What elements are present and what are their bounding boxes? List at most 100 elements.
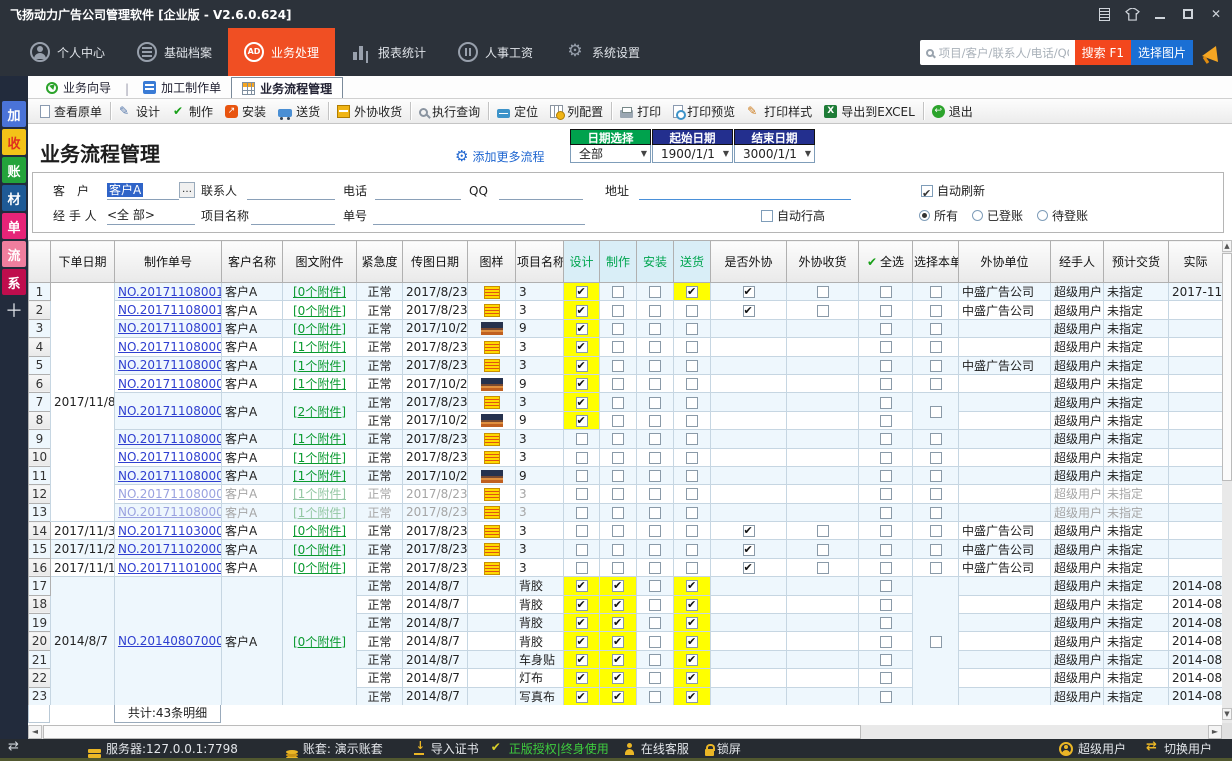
make-checkbox[interactable] <box>612 599 624 611</box>
order-link[interactable]: NO.201711020001 <box>118 542 222 556</box>
date-dropdown[interactable]: 3000/1/1▼ <box>734 145 815 163</box>
row-number[interactable]: 4 <box>29 338 51 356</box>
select-all-checkbox[interactable] <box>880 415 892 427</box>
attachment-link[interactable]: [1个附件] <box>293 487 346 501</box>
row-number[interactable]: 13 <box>29 503 51 521</box>
row-number[interactable]: 10 <box>29 448 51 466</box>
deliver-checkbox[interactable] <box>686 562 698 574</box>
make-checkbox[interactable] <box>612 691 624 703</box>
toolbar-button-install[interactable]: 安装 <box>219 100 272 122</box>
sample-thumbnail[interactable] <box>481 322 503 335</box>
select-order-checkbox[interactable] <box>930 323 942 335</box>
sidebar-item[interactable]: 系 <box>2 269 26 295</box>
design-checkbox[interactable] <box>576 562 588 574</box>
sample-thumbnail[interactable] <box>481 414 503 427</box>
install-checkbox[interactable] <box>649 654 661 666</box>
column-header-紧急度[interactable]: 紧急度 <box>357 241 403 283</box>
toolbar-button-style[interactable]: 打印样式 <box>741 100 818 122</box>
toolbar-button-exit[interactable]: 退出 <box>926 100 979 122</box>
select-all-checkbox[interactable] <box>880 433 892 445</box>
make-checkbox[interactable] <box>612 323 624 335</box>
minimize-button[interactable] <box>1152 6 1168 22</box>
select-order-checkbox[interactable] <box>930 341 942 353</box>
install-checkbox[interactable] <box>649 286 661 298</box>
order-link[interactable]: NO.201711030001 <box>118 524 222 538</box>
toolbar-button-view[interactable]: 查看原单 <box>34 100 108 122</box>
design-checkbox[interactable] <box>576 378 588 390</box>
sidebar-item[interactable]: ＋ <box>2 297 26 323</box>
auto-row-height-checkbox[interactable]: 自动行高 <box>761 206 825 226</box>
phone-field[interactable] <box>375 181 461 200</box>
deliver-checkbox[interactable] <box>686 341 698 353</box>
design-checkbox[interactable] <box>576 415 588 427</box>
select-all-checkbox[interactable] <box>880 654 892 666</box>
project-field[interactable] <box>251 206 335 225</box>
vertical-scrollbar[interactable]: ▲ ▼ <box>1222 240 1232 723</box>
status-swap[interactable] <box>8 742 26 755</box>
install-checkbox[interactable] <box>649 672 661 684</box>
select-all-checkbox[interactable] <box>880 507 892 519</box>
status-lock[interactable]: 锁屏 <box>703 740 741 757</box>
attachment-link[interactable]: [1个附件] <box>293 377 346 391</box>
make-checkbox[interactable] <box>612 286 624 298</box>
select-order-checkbox[interactable] <box>930 525 942 537</box>
scroll-up-icon[interactable]: ▲ <box>1222 240 1232 252</box>
status-usercircle[interactable]: 超级用户 <box>1059 740 1126 757</box>
sample-thumbnail[interactable] <box>484 451 500 464</box>
sample-thumbnail[interactable] <box>484 543 500 556</box>
sample-thumbnail[interactable] <box>484 488 500 501</box>
attachment-link[interactable]: [0个附件] <box>293 322 346 336</box>
deliver-checkbox[interactable] <box>686 433 698 445</box>
install-checkbox[interactable] <box>649 433 661 445</box>
make-checkbox[interactable] <box>612 452 624 464</box>
select-all-checkbox[interactable] <box>880 617 892 629</box>
column-header-设计[interactable]: 设计 <box>564 241 600 283</box>
select-all-checkbox[interactable] <box>880 636 892 648</box>
deliver-checkbox[interactable] <box>686 360 698 372</box>
make-checkbox[interactable] <box>612 360 624 372</box>
horizontal-scroll-thumb[interactable] <box>43 725 861 739</box>
attachment-link[interactable]: [0个附件] <box>293 524 346 538</box>
notes-icon[interactable] <box>1096 6 1112 22</box>
date-dropdown[interactable]: 1900/1/1▼ <box>652 145 733 163</box>
nav-item-user[interactable]: 个人中心 <box>14 28 121 76</box>
is-outsourced-checkbox[interactable] <box>743 544 755 556</box>
attachment-link[interactable]: [1个附件] <box>293 432 346 446</box>
customer-field[interactable]: 客户A <box>107 181 179 200</box>
contact-field[interactable] <box>247 181 335 200</box>
column-header-实际[interactable]: 实际 <box>1169 241 1223 283</box>
make-checkbox[interactable] <box>612 580 624 592</box>
order-link[interactable]: NO.201408070001 <box>118 634 222 648</box>
row-number[interactable]: 11 <box>29 466 51 484</box>
deliver-checkbox[interactable] <box>686 488 698 500</box>
order-link[interactable]: NO.201711080001 <box>118 505 222 519</box>
deliver-checkbox[interactable] <box>686 691 698 703</box>
select-order-checkbox[interactable] <box>930 378 942 390</box>
radio-所有[interactable]: 所有 <box>919 209 958 223</box>
sample-thumbnail[interactable] <box>484 359 500 372</box>
select-all-checkbox[interactable] <box>880 470 892 482</box>
row-number[interactable]: 2 <box>29 301 51 319</box>
column-header-全选[interactable]: ✔全选 <box>859 241 913 283</box>
make-checkbox[interactable] <box>612 470 624 482</box>
attachment-link[interactable]: [1个附件] <box>293 469 346 483</box>
attachment-link[interactable]: [2个附件] <box>293 405 346 419</box>
outsource-receive-checkbox[interactable] <box>817 286 829 298</box>
deliver-checkbox[interactable] <box>686 452 698 464</box>
scroll-down-icon[interactable]: ▼ <box>1222 708 1232 720</box>
sample-thumbnail[interactable] <box>484 396 500 409</box>
outsource-receive-checkbox[interactable] <box>817 525 829 537</box>
design-checkbox[interactable] <box>576 470 588 482</box>
sidebar-item[interactable]: 账 <box>2 157 26 183</box>
tab-wizard[interactable]: 业务向导 <box>36 77 121 98</box>
sidebar-item[interactable]: 流 <box>2 241 26 267</box>
select-order-checkbox[interactable] <box>930 507 942 519</box>
column-header-经手人[interactable]: 经手人 <box>1051 241 1104 283</box>
column-header-选择本单[interactable]: 选择本单 <box>913 241 959 283</box>
column-header-下单日期[interactable]: 下单日期 <box>51 241 115 283</box>
select-all-checkbox[interactable] <box>880 488 892 500</box>
status-switch[interactable]: 切换用户 <box>1146 740 1212 757</box>
install-checkbox[interactable] <box>649 470 661 482</box>
deliver-checkbox[interactable] <box>686 286 698 298</box>
select-all-checkbox[interactable] <box>880 691 892 703</box>
